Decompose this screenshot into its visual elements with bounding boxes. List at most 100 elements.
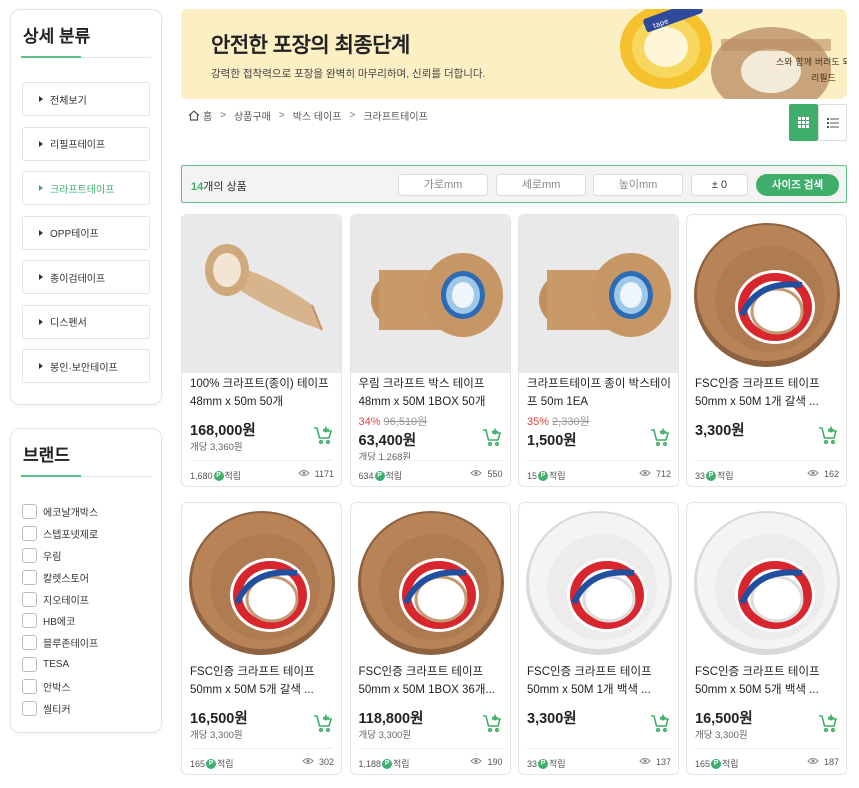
product-card[interactable]: 100% 크라프트(종이) 테이프 48mm x 50m 50개 168,000… [181,214,342,487]
brand-checkbox[interactable] [22,504,37,520]
brand-checkbox[interactable] [22,613,37,629]
points-icon: P [538,758,549,769]
brand-option[interactable]: 에코날개박스 [22,501,98,523]
product-card[interactable]: FSC인증 크라프트 테이프 50mm x 50M 1개 갈색 ... 3,30… [686,214,847,487]
brand-checkbox[interactable] [22,591,37,607]
brand-option[interactable]: 스텝포넷제로 [22,523,98,545]
list-icon [826,117,839,128]
category-item-security[interactable]: 봉인·보안테이프 [22,349,150,383]
brand-checkbox[interactable] [22,635,37,651]
tolerance-select[interactable]: ± 0 [691,174,748,196]
add-to-cart-icon[interactable] [313,425,333,445]
brand-option[interactable]: 블루존테이프 [22,632,98,654]
svg-text:리필드: 리필드 [811,72,836,84]
product-name-line2[interactable]: 50mm x 50M 5개 백색 ... [695,681,841,699]
product-name-line2[interactable]: 50mm x 50M 5개 갈색 ... [190,681,336,699]
brand-checkbox[interactable] [22,678,37,694]
product-name-line1[interactable]: 크라프트테이프 종이 박스테이 [527,375,673,393]
product-card[interactable]: 우림 크라프트 박스 테이프 48mm x 50M 1BOX 50개 34% 96… [349,214,511,487]
product-name-line1[interactable]: FSC인증 크라프트 테이프 [190,663,336,681]
length-input[interactable] [496,174,586,196]
width-input[interactable] [398,174,488,196]
add-to-cart-icon[interactable] [818,713,838,733]
category-item-opp[interactable]: OPP테이프 [22,215,150,250]
eye-icon [302,757,319,767]
category-item-all[interactable]: 전체보기 [22,82,150,116]
brand-option[interactable]: 칼렛스토어 [22,566,98,588]
product-name-line2[interactable]: 50mm x 50M 1개 갈색 ... [695,393,841,411]
reward-points: 33 P 적립 [527,758,566,769]
add-to-cart-icon[interactable] [650,713,670,733]
product-name-line1[interactable]: FSC인증 크라프트 테이프 [527,663,673,681]
home-icon[interactable] [188,110,200,121]
product-name-line2[interactable]: 48mm x 50m 50개 [190,393,336,411]
product-image[interactable] [350,215,510,373]
brand-option[interactable]: 우림 [22,545,98,567]
breadcrumb-item[interactable]: 박스 테이프 [293,108,342,123]
product-card[interactable]: FSC인증 크라프트 테이프 50mm x 50M 1BOX 36개... 11… [349,502,511,775]
discount-rate: 35% [527,416,550,428]
brand-option[interactable]: 씰티커 [22,697,98,719]
add-to-cart-icon[interactable] [482,427,502,447]
add-to-cart-icon[interactable] [313,713,333,733]
brand-checkbox[interactable] [22,569,37,585]
breadcrumb-item[interactable]: 상품구매 [234,108,271,123]
add-to-cart-icon[interactable] [650,427,670,447]
brand-checkbox[interactable] [22,700,37,716]
brand-list: 에코날개박스 스텝포넷제로 우림 칼렛스토어 지오테이프 HB에코 블루존테이프… [22,501,98,719]
brand-checkbox[interactable] [22,547,37,563]
list-view-button[interactable] [818,104,847,141]
product-name-line2[interactable]: 48mm x 50M 1BOX 50개 [359,393,505,411]
banner-subtitle: 강력한 접착력으로 포장을 완벽히 마무리하며, 신뢰를 더합니다. [211,68,486,80]
product-name-line2[interactable]: 50mm x 50M 1BOX 36개... [359,681,505,699]
brand-option[interactable]: 지오테이프 [22,588,98,610]
grid-view-button[interactable] [789,104,818,141]
product-name-line1[interactable]: 우림 크라프트 박스 테이프 [359,375,505,393]
height-input[interactable] [593,174,683,196]
product-name-line1[interactable]: FSC인증 크라프트 테이프 [695,375,841,393]
brand-checkbox[interactable] [22,656,37,672]
category-item-dispenser[interactable]: 디스펜서 [22,304,150,339]
brand-option[interactable]: 안박스 [22,675,98,697]
size-search-button[interactable]: 사이즈 검색 [756,174,839,196]
product-image[interactable] [519,503,678,661]
product-image[interactable] [182,503,341,661]
category-item-refill[interactable]: 리필프테이프 [22,126,150,161]
product-name-line1[interactable]: FSC인증 크라프트 테이프 [695,663,841,681]
breadcrumb-separator: > [220,110,227,121]
breadcrumb: 홈 > 상품구매 > 박스 테이프 > 크라프트테이프 [188,108,428,123]
product-card[interactable]: FSC인증 크라프트 테이프 50mm x 50M 5개 백색 ... 16,5… [686,502,847,775]
product-card[interactable]: FSC인증 크라프트 테이프 50mm x 50M 1개 백색 ... 3,30… [518,502,679,775]
product-image[interactable] [182,215,341,373]
breadcrumb-home[interactable]: 홈 [203,108,212,123]
breadcrumb-separator: > [349,110,356,121]
brand-option[interactable]: HB에코 [22,610,98,632]
category-item-kraft[interactable]: 크라프트테이프 [22,171,150,205]
add-to-cart-icon[interactable] [818,425,838,445]
eye-icon [470,469,487,479]
add-to-cart-icon[interactable] [482,713,502,733]
product-image[interactable] [687,503,846,661]
caret-right-icon [39,185,43,191]
points-icon: P [382,758,393,769]
product-name-line1[interactable]: 100% 크라프트(종이) 테이프 [190,375,336,393]
product-price: 118,800원 [358,711,424,727]
points-icon: P [213,470,224,481]
category-item-gummed-paper[interactable]: 종이검테이프 [22,260,150,294]
brand-option[interactable]: TESA [22,654,98,676]
product-name-line2[interactable]: 50mm x 50M 1개 백색 ... [527,681,673,699]
product-price: 63,400원 [358,433,417,449]
product-name-line1[interactable]: FSC인증 크라프트 테이프 [359,663,505,681]
brand-checkbox[interactable] [22,526,37,542]
product-count: 14개의 상품 [191,181,247,193]
original-price: 96,510원 [383,416,428,428]
card-divider [358,460,502,461]
breadcrumb-current[interactable]: 크라프트테이프 [363,108,427,123]
product-card[interactable]: FSC인증 크라프트 테이프 50mm x 50M 5개 갈색 ... 16,5… [181,502,342,775]
brand-panel: 브랜드 에코날개박스 스텝포넷제로 우림 칼렛스토어 지오테이프 HB에코 블루… [10,428,162,733]
product-card[interactable]: 크라프트테이프 종이 박스테이 프 50m 1EA 35% 2,330원 1,50… [518,214,679,487]
product-image[interactable] [519,215,678,373]
product-name-line2[interactable]: 프 50m 1EA [527,393,673,411]
product-image[interactable] [351,503,510,661]
product-image[interactable] [687,215,846,373]
